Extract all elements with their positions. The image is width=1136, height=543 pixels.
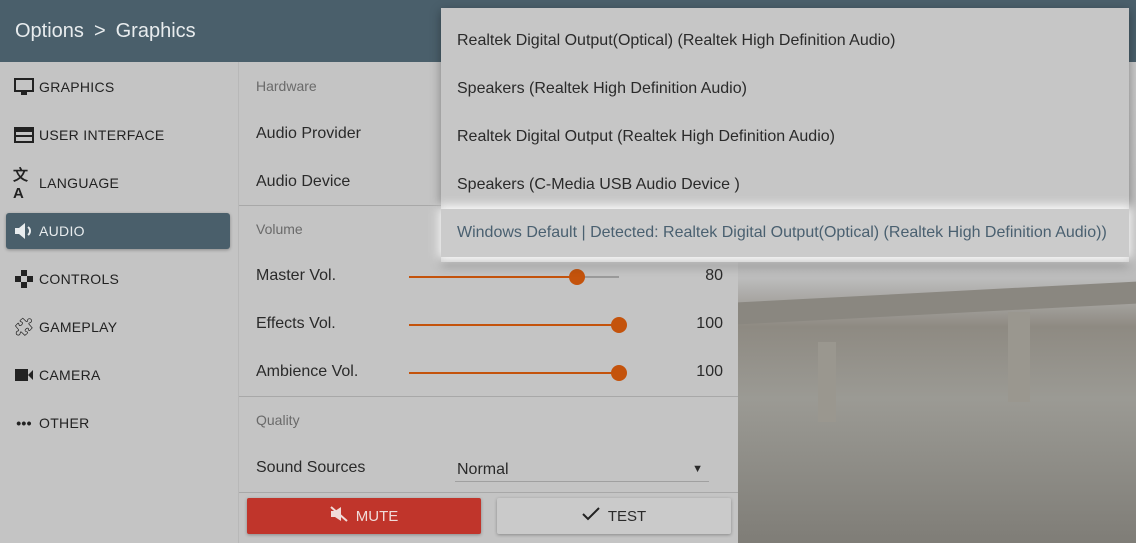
- test-button[interactable]: TEST: [497, 498, 731, 534]
- breadcrumb-options[interactable]: Options: [15, 20, 84, 42]
- nav-label: CAMERA: [39, 367, 101, 383]
- sidebar-item-gameplay[interactable]: 🧩︎ GAMEPLAY: [6, 309, 230, 345]
- nav-label: USER INTERFACE: [39, 127, 165, 143]
- mute-icon: [330, 506, 348, 526]
- gamepad-icon: [13, 268, 35, 290]
- slider-handle[interactable]: [611, 365, 627, 381]
- section-volume: Volume: [256, 221, 303, 237]
- translate-icon: 文A: [13, 167, 29, 202]
- divider: [239, 492, 739, 493]
- nav-label: LANGUAGE: [39, 175, 120, 191]
- speaker-icon: [13, 220, 35, 242]
- sound-sources-label: Sound Sources: [256, 459, 366, 476]
- sidebar-item-camera[interactable]: CAMERA: [6, 357, 230, 393]
- volume-slider[interactable]: [409, 365, 627, 381]
- dropdown-option[interactable]: Realtek Digital Output (Realtek High Def…: [441, 113, 1129, 161]
- mute-label: MUTE: [355, 507, 399, 525]
- dropdown-option[interactable]: Speakers (C-Media USB Audio Device ): [441, 161, 1129, 209]
- sidebar-item-controls[interactable]: CONTROLS: [6, 261, 230, 297]
- audio-device-label: Audio Device: [256, 173, 351, 190]
- volume-slider[interactable]: [409, 317, 627, 333]
- chevron-down-icon: ▼: [692, 463, 703, 475]
- volume-label: Ambience Vol.: [256, 363, 359, 380]
- dropdown-option[interactable]: Realtek Digital Output(Optical) (Realtek…: [441, 17, 1129, 65]
- slider-handle[interactable]: [569, 269, 585, 285]
- sidebar-item-user-interface[interactable]: USER INTERFACE: [6, 117, 230, 153]
- nav-label: GAMEPLAY: [39, 319, 118, 335]
- sidebar-item-other[interactable]: ••• OTHER: [6, 405, 230, 441]
- section-quality: Quality: [256, 412, 300, 428]
- sound-sources-value: Normal: [457, 461, 509, 478]
- sidebar-item-graphics[interactable]: GRAPHICS: [6, 69, 230, 105]
- sidebar: GRAPHICS USER INTERFACE 文A LANGUAGE AUDIO…: [0, 62, 238, 543]
- slider-fill: [409, 324, 619, 326]
- sidebar-item-language[interactable]: 文A LANGUAGE: [6, 165, 230, 202]
- sidebar-item-audio[interactable]: AUDIO: [6, 213, 230, 249]
- slider-fill: [409, 276, 577, 278]
- more-icon: •••: [16, 415, 32, 431]
- audio-provider-label: Audio Provider: [256, 125, 361, 142]
- video-camera-icon: [13, 364, 35, 386]
- volume-slider[interactable]: [409, 269, 619, 285]
- volume-label: Effects Vol.: [256, 315, 336, 332]
- nav-label: GRAPHICS: [39, 79, 115, 95]
- check-icon: [582, 507, 600, 525]
- breadcrumb-separator: >: [93, 20, 106, 42]
- volume-value: 80: [705, 267, 723, 284]
- slider-handle[interactable]: [611, 317, 627, 333]
- breadcrumb-graphics: Graphics: [115, 20, 196, 42]
- volume-label: Master Vol.: [256, 267, 337, 284]
- volume-value: 100: [696, 363, 723, 380]
- section-hardware: Hardware: [256, 78, 317, 94]
- nav-label: OTHER: [39, 415, 90, 431]
- test-label: TEST: [607, 507, 647, 525]
- slider-fill: [409, 372, 619, 374]
- dropdown-option[interactable]: Speakers (Realtek High Definition Audio): [441, 65, 1129, 113]
- divider: [239, 396, 739, 397]
- monitor-icon: [13, 76, 35, 98]
- puzzle-icon: 🧩︎: [12, 316, 36, 337]
- nav-label: CONTROLS: [39, 271, 120, 287]
- sound-sources-select[interactable]: Normal ▼: [455, 458, 709, 482]
- window-icon: [13, 124, 35, 146]
- mute-button[interactable]: MUTE: [247, 498, 481, 534]
- nav-label: AUDIO: [39, 223, 85, 239]
- volume-value: 100: [696, 315, 723, 332]
- audio-device-dropdown[interactable]: Realtek Digital Output(Optical) (Realtek…: [441, 8, 1129, 262]
- dropdown-option[interactable]: Windows Default | Detected: Realtek Digi…: [441, 209, 1129, 257]
